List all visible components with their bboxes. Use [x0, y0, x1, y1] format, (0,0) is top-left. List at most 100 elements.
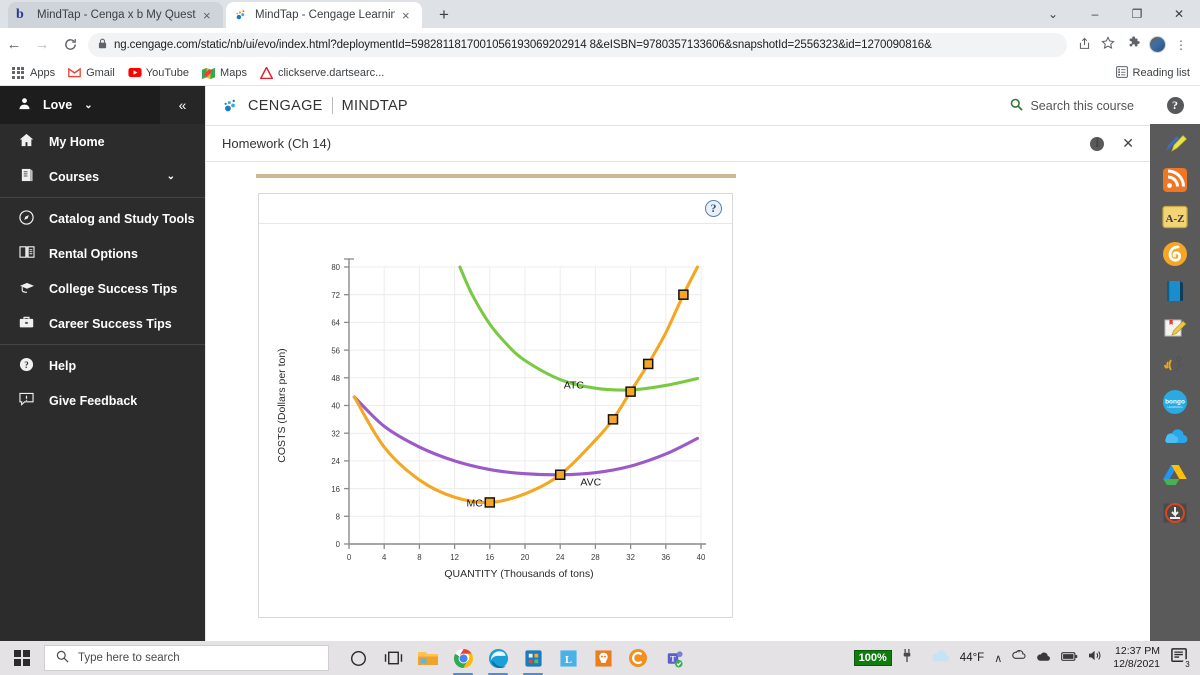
address-bar[interactable]: ng.cengage.com/static/nb/ui/evo/index.ht… [88, 32, 1067, 57]
mindtap-brand[interactable]: CENGAGE MINDTAP [222, 97, 408, 114]
taskbar-search-input[interactable]: Type here to search [44, 645, 329, 671]
activity-scroll-pane[interactable]: ? 0 8 16 24 32 40 48 56 64 72 80 0 4 8 12 16 20 24 28 32 36 4… [206, 163, 1151, 641]
tab-search-icon[interactable]: ⌄ [1032, 0, 1074, 28]
close-icon[interactable]: × [203, 9, 215, 22]
sidebar-item-help[interactable]: ? Help [0, 348, 205, 383]
browser-tab-active[interactable]: MindTap - Cengage Learning × [226, 2, 422, 28]
new-tab-button[interactable]: + [432, 4, 456, 26]
svg-text:8: 8 [336, 513, 340, 522]
sidebar-item-career-success-tips[interactable]: Career Success Tips [0, 306, 205, 341]
close-window-icon[interactable]: ✕ [1158, 0, 1200, 28]
reading-list-label: Reading list [1132, 67, 1190, 79]
ebook-icon[interactable] [1162, 278, 1188, 304]
google-drive-icon[interactable] [1162, 463, 1188, 489]
speaker-icon[interactable] [1088, 649, 1103, 667]
tray-chevron-icon[interactable]: ∧ [994, 652, 1002, 665]
onedrive-icon[interactable] [1012, 649, 1026, 667]
puzzle-icon[interactable] [1123, 36, 1145, 53]
cloud-sync-icon[interactable] [1036, 649, 1051, 667]
bookmark-clickserve[interactable]: clickserve.dartsearc... [259, 65, 384, 80]
kebab-menu-icon[interactable]: ⋮ [1170, 38, 1192, 52]
cortana-icon[interactable] [345, 645, 371, 671]
file-explorer-icon[interactable] [415, 645, 441, 671]
chart-svg[interactable]: 081624324048566472800 4 8 12 16 20 24 28 32 36 40Q… [259, 229, 734, 609]
cengage-c-icon[interactable] [625, 645, 651, 671]
bookmark-youtube[interactable]: YouTube [128, 67, 189, 80]
sidebar-item-my-home[interactable]: My Home [0, 124, 205, 159]
rss-feed-icon[interactable] [1162, 167, 1188, 193]
reading-list-button[interactable]: Reading list [1115, 65, 1190, 81]
bookmark-maps[interactable]: Maps [202, 67, 247, 80]
chevron-down-icon[interactable]: ⌄ [84, 100, 92, 111]
collapse-sidebar-button[interactable]: « [160, 86, 205, 124]
sidebar-item-college-success-tips[interactable]: College Success Tips [0, 271, 205, 306]
sidebar-items: My Home Courses ⌄ Catalog and Study Tool… [0, 124, 205, 418]
svg-text:20: 20 [521, 553, 530, 562]
help-icon[interactable]: ? [1166, 96, 1184, 114]
google-chrome-icon[interactable] [450, 645, 476, 675]
sidebar-item-label: College Success Tips [49, 281, 178, 296]
question-help-icon[interactable]: ? [705, 200, 722, 217]
svg-text:28: 28 [591, 553, 600, 562]
back-icon[interactable]: ← [0, 36, 28, 53]
apps-grid-icon [12, 66, 25, 80]
brainhoney-icon[interactable] [1162, 241, 1188, 267]
bookmarks-bar: Apps Gmail YouTube Maps clickserve.darts… [0, 61, 1200, 86]
tab-title: MindTap - Cengage Learning [255, 9, 395, 21]
user-name: Love [43, 98, 73, 112]
search-course-button[interactable]: Search this course [1010, 98, 1134, 114]
mindtap-app: Love ⌄ « My Home Courses ⌄ Catalog and S… [0, 86, 1200, 641]
bookmark-apps[interactable]: Apps [12, 66, 56, 80]
microsoft-store-icon[interactable] [520, 645, 546, 675]
briefcase-icon [18, 315, 35, 332]
star-icon[interactable] [1097, 36, 1119, 53]
task-view-icon[interactable] [380, 645, 406, 671]
avatar[interactable] [1149, 36, 1166, 53]
flashcards-icon[interactable] [1162, 500, 1188, 526]
window-controls: ⌄ ‒ ❐ ✕ [1032, 0, 1200, 28]
battery-percent-badge[interactable]: 100% [853, 650, 892, 666]
browser-toolbar: ← → ng.cengage.com/static/nb/ui/evo/inde… [0, 28, 1200, 61]
sidebar-item-give-feedback[interactable]: Give Feedback [0, 383, 205, 418]
battery-icon[interactable] [1061, 649, 1078, 667]
feedback-icon [18, 392, 35, 409]
bongo-icon[interactable]: bongo LEARNING [1162, 389, 1188, 415]
share-icon[interactable] [1073, 37, 1095, 53]
svg-text:12: 12 [450, 553, 459, 562]
minimize-icon[interactable]: ‒ [1074, 0, 1116, 28]
question-circle-icon: ? [18, 357, 35, 375]
weather-temperature[interactable]: 44°F [960, 652, 984, 664]
browser-tab-inactive[interactable]: b MindTap - Cenga x b My Questio × [8, 2, 223, 28]
start-button[interactable] [0, 641, 44, 675]
svg-text:?: ? [24, 359, 28, 369]
sidebar-item-courses[interactable]: Courses ⌄ [0, 159, 205, 194]
read-aloud-icon[interactable] [1162, 352, 1188, 378]
svg-text:LEARNING: LEARNING [1167, 405, 1183, 409]
mcafee-icon[interactable] [590, 645, 616, 671]
forward-icon[interactable]: → [28, 36, 56, 53]
notification-icon[interactable]: 3 [1170, 647, 1193, 670]
notepad-pencil-icon[interactable] [1162, 315, 1188, 341]
microsoft-edge-icon[interactable] [485, 645, 511, 675]
a-z-glossary-icon[interactable]: A-Z [1162, 204, 1188, 230]
reload-icon[interactable] [56, 36, 84, 53]
windows-logo-icon [14, 650, 30, 666]
search-icon [1010, 98, 1024, 114]
close-icon[interactable]: × [402, 9, 414, 22]
onedrive-cloud-icon[interactable] [1162, 426, 1188, 452]
svg-text:48: 48 [331, 374, 340, 383]
info-icon[interactable]: i [1090, 136, 1105, 151]
bookmark-label: Apps [30, 67, 56, 79]
cost-curves-chart[interactable]: 0 8 16 24 32 40 48 56 64 72 80 0 4 8 12 16 20 24 28 32 36 40 Q… [259, 229, 734, 609]
bookmark-gmail[interactable]: Gmail [68, 67, 115, 80]
chevron-down-icon[interactable]: ⌄ [167, 171, 175, 182]
highlighter-pen-icon[interactable] [1162, 130, 1188, 156]
microsoft-teams-icon[interactable]: T [660, 645, 686, 671]
taskbar-clock[interactable]: 12:37 PM 12/8/2021 [1113, 645, 1160, 671]
svg-text:24: 24 [331, 457, 340, 466]
sidebar-item-catalog-and-study-tools[interactable]: Catalog and Study Tools [0, 201, 205, 236]
restore-icon[interactable]: ❐ [1116, 0, 1158, 28]
close-icon[interactable]: ✕ [1122, 135, 1134, 152]
sidebar-item-rental-options[interactable]: Rental Options [0, 236, 205, 271]
lastpass-icon[interactable]: L [555, 645, 581, 671]
